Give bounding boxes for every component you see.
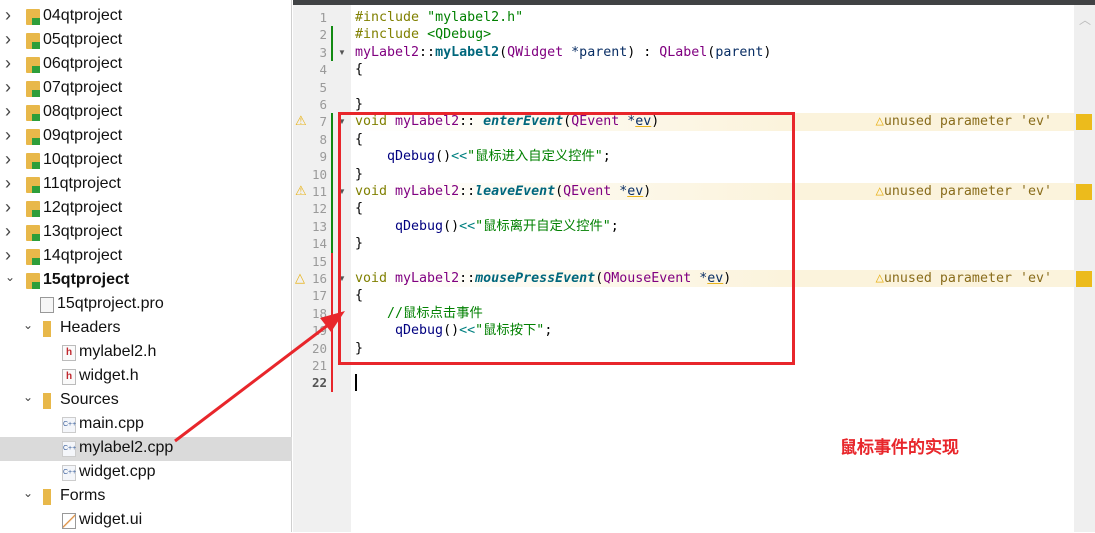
annotation-text: 鼠标事件的实现	[840, 438, 959, 457]
